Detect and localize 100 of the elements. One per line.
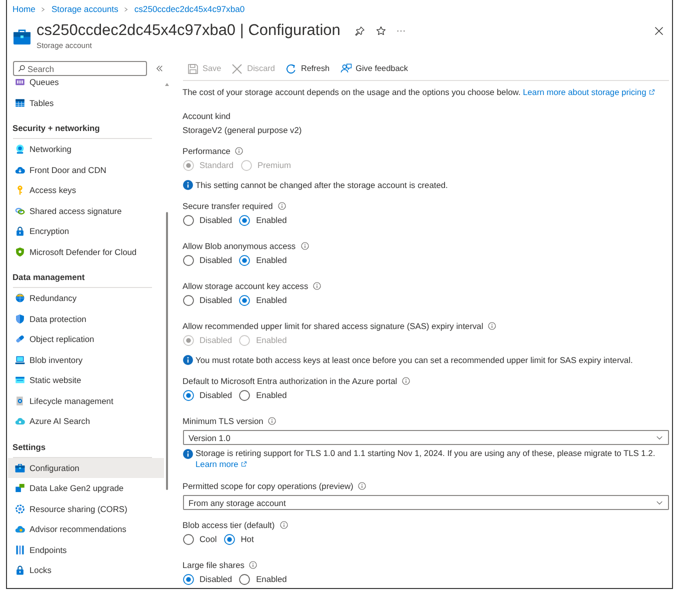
- double-chevron-icon[interactable]: [156, 65, 162, 72]
- page-title: cs250ccdec2dc45x4c97xba0 | Configuration: [36, 22, 340, 40]
- field-label: Allow Blob anonymous access: [182, 240, 296, 252]
- nav-item[interactable]: Encryption: [8, 221, 164, 242]
- radio-option[interactable]: Enabled: [239, 574, 287, 584]
- info-icon: [402, 377, 410, 385]
- cloud-icon: [14, 524, 24, 534]
- radio-icon[interactable]: [239, 574, 250, 584]
- nav-item[interactable]: Locks: [8, 560, 164, 580]
- field-label: Blob access tier (default): [182, 519, 275, 531]
- radio-icon[interactable]: [182, 390, 194, 400]
- nav-item[interactable]: Queues: [8, 79, 164, 92]
- radio-option[interactable]: Enabled: [239, 214, 287, 226]
- radio-icon[interactable]: [224, 534, 235, 544]
- chevron-right-icon: [41, 6, 46, 12]
- nav-item[interactable]: Microsoft Defender for Cloud: [8, 242, 164, 262]
- nav-item[interactable]: Shared access signature: [8, 200, 164, 221]
- nav-item[interactable]: Front Door and CDN: [8, 160, 164, 180]
- close-icon[interactable]: [654, 26, 664, 36]
- refresh-icon: [284, 62, 297, 74]
- nav-item[interactable]: Lifecycle management: [8, 390, 164, 411]
- field-label: Allow recommended upper limit for shared access signature (SAS) expiry interval: [182, 320, 484, 332]
- globe-icon: [14, 293, 24, 304]
- radio-option[interactable]: Disabled: [182, 294, 232, 306]
- nav-item[interactable]: Static website: [8, 370, 164, 390]
- nav-item[interactable]: Tables: [8, 92, 164, 113]
- radio-icon[interactable]: [182, 214, 194, 226]
- radio-icon[interactable]: [182, 294, 194, 306]
- nav-item[interactable]: Redundancy: [8, 288, 164, 308]
- search-field[interactable]: Search: [12, 61, 146, 76]
- refresh-button[interactable]: Refresh: [280, 60, 334, 76]
- breadcrumb-link[interactable]: cs250ccdec2dc45x4c97xba0: [134, 3, 245, 15]
- pricing-link[interactable]: Learn more about storage pricing: [522, 87, 656, 97]
- learn-more-link[interactable]: Learn more: [196, 459, 248, 470]
- chevron-down-icon: [654, 500, 664, 506]
- radio-option[interactable]: Hot: [224, 534, 254, 544]
- nav-item[interactable]: Blob inventory: [8, 350, 164, 370]
- radio-icon[interactable]: [182, 254, 194, 266]
- radio-option[interactable]: Enabled: [239, 254, 287, 266]
- info-icon: [268, 417, 276, 425]
- field-label: Performance: [182, 145, 230, 157]
- person-speech-bubble-icon: [340, 62, 352, 74]
- browser-window-icon: [14, 375, 24, 386]
- breadcrumb-link[interactable]: Home: [12, 3, 36, 15]
- feedback-button[interactable]: Give feedback: [336, 60, 412, 76]
- nav-item[interactable]: Data protection: [8, 308, 164, 329]
- dropdown[interactable]: Version 1.0: [182, 430, 668, 445]
- scrollbar-thumb[interactable]: [166, 212, 168, 490]
- pin-icon[interactable]: [355, 26, 366, 36]
- radio-icon[interactable]: [239, 390, 250, 400]
- nav-item[interactable]: Access keys: [8, 180, 164, 200]
- toolbox-icon: [12, 29, 30, 45]
- shield-icon: [14, 314, 24, 324]
- field-label: Secure transfer required: [182, 200, 273, 212]
- star-icon[interactable]: [376, 26, 386, 36]
- radio-option[interactable]: Disabled: [182, 214, 232, 226]
- radio-option[interactable]: Disabled: [182, 390, 232, 400]
- info-icon: [182, 355, 192, 365]
- radio-icon[interactable]: [239, 294, 250, 306]
- radio-option[interactable]: Enabled: [239, 294, 287, 306]
- info-icon: [280, 521, 288, 529]
- nav-item[interactable]: Data Lake Gen2 upgrade: [8, 478, 164, 498]
- info-icon: [358, 482, 366, 490]
- cloud-icon: [14, 164, 24, 175]
- scroll-arrow-icon[interactable]: [165, 83, 169, 86]
- radio-option[interactable]: Enabled: [239, 390, 287, 400]
- note-text: This setting cannot be changed after the storage account is created.: [196, 179, 448, 191]
- ring-icon: [14, 504, 24, 514]
- radio-icon[interactable]: [239, 254, 250, 266]
- bars-icon: [14, 544, 24, 555]
- radio-icon[interactable]: [182, 534, 194, 544]
- note-text: Storage is retiring support for TLS 1.0 and 1.1 starting Nov 1, 2024. If you are using any of these, please migrate to TLS 1.2. Learn more: [196, 448, 656, 470]
- nav-item[interactable]: Advisor recommendations: [8, 519, 164, 540]
- table-icon: [14, 98, 24, 108]
- laptop-icon: [14, 354, 24, 365]
- radio-icon[interactable]: [239, 214, 250, 226]
- info-icon: [278, 202, 286, 210]
- breadcrumb-link[interactable]: Storage accounts: [51, 3, 118, 15]
- dropdown[interactable]: From any storage account: [182, 495, 668, 510]
- nav-section-heading: Security + networking: [12, 122, 101, 134]
- search-icon: [18, 65, 24, 72]
- nav-item[interactable]: Azure AI Search: [8, 411, 164, 432]
- field-label: Minimum TLS version: [182, 415, 264, 427]
- nav-item[interactable]: Resource sharing (CORS): [8, 498, 164, 519]
- queue-icon: [14, 79, 24, 88]
- cross-icon: [231, 62, 244, 74]
- nav-item[interactable]: Object replication: [8, 329, 164, 350]
- field-label: Default to Microsoft Entra authorization in the Azure portal: [182, 375, 398, 387]
- nav-section-heading: Settings: [12, 440, 47, 452]
- nav-item[interactable]: Endpoints: [8, 540, 164, 560]
- nav-item[interactable]: Configuration: [8, 458, 164, 478]
- nav-section-heading: Data management: [12, 271, 86, 283]
- shield-icon: [14, 246, 24, 257]
- radio-icon[interactable]: [182, 574, 194, 584]
- nav-item[interactable]: Networking: [8, 139, 164, 160]
- radio-option[interactable]: Cool: [182, 534, 217, 544]
- radio-option[interactable]: Disabled: [182, 254, 232, 266]
- radio-option[interactable]: Disabled: [182, 574, 232, 584]
- info-icon: [300, 242, 309, 250]
- field-label: Permitted scope for copy operations (preview): [182, 480, 354, 492]
